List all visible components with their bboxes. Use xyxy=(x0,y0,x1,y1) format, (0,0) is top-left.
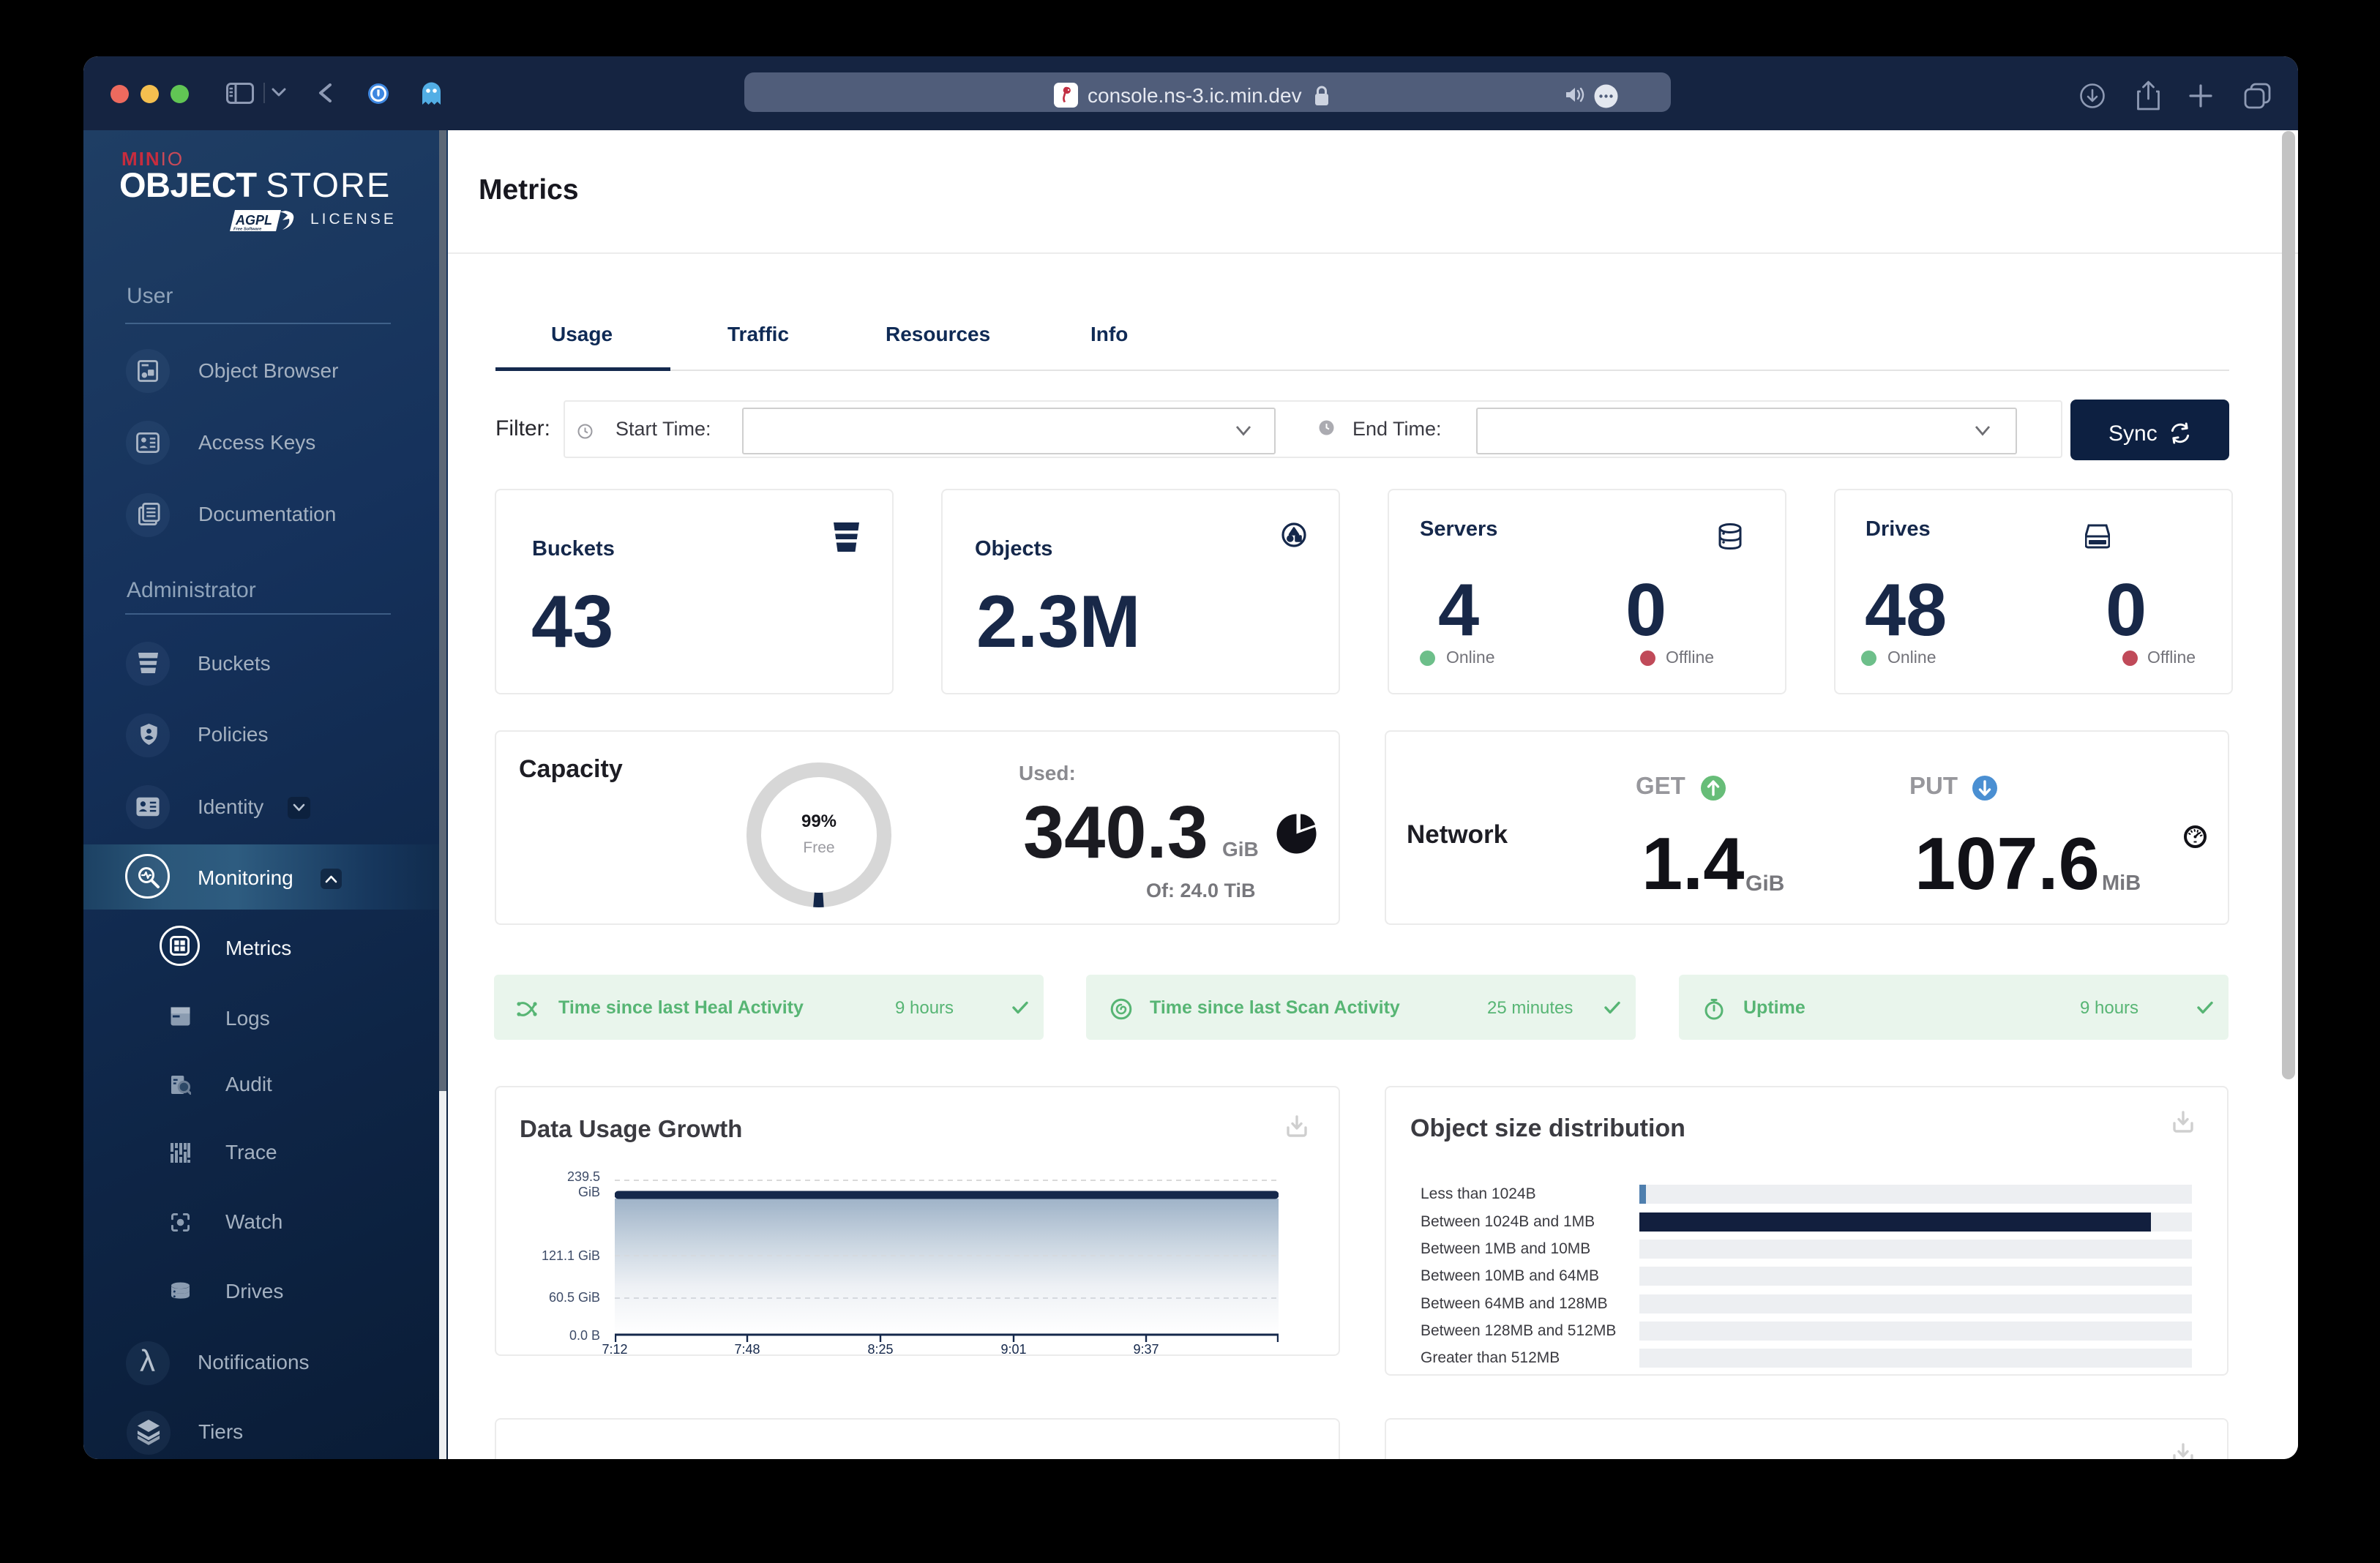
svg-text:Free Software: Free Software xyxy=(233,228,262,232)
svg-text:AGPL: AGPL xyxy=(235,213,272,228)
